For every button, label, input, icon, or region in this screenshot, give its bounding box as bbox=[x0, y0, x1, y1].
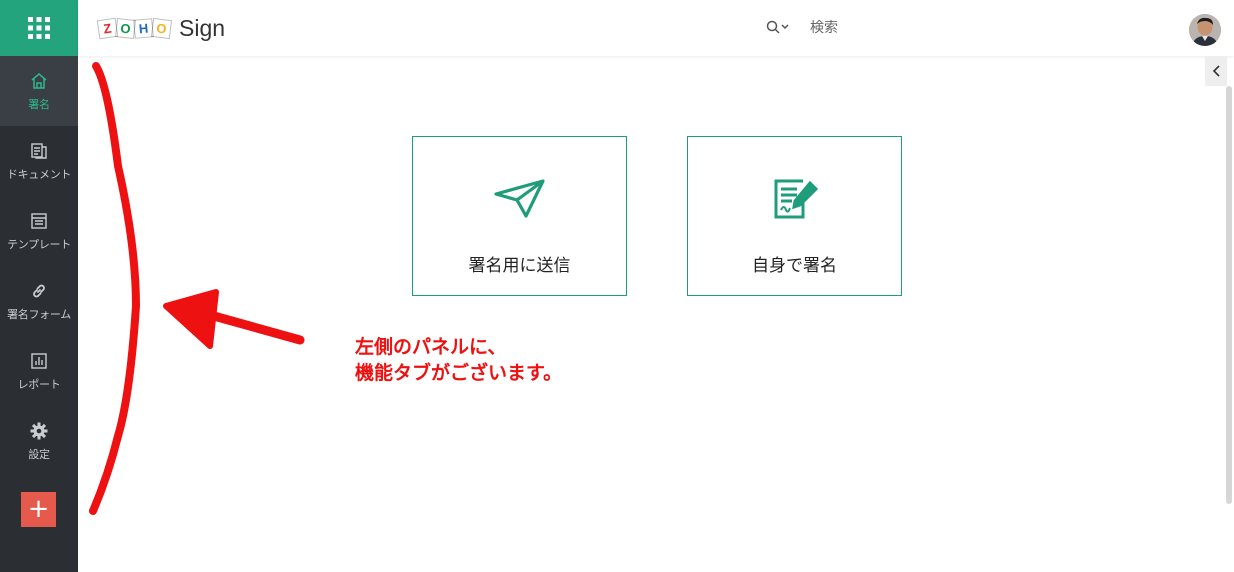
sidebar: 署名 ドキュメント テンプレート 署名フォーム レポート 設定 + bbox=[0, 0, 78, 572]
sidebar-item-label: レポート bbox=[17, 377, 61, 391]
add-button[interactable]: + bbox=[21, 492, 56, 527]
sidebar-item-sign[interactable]: 署名 bbox=[0, 56, 78, 126]
documents-icon bbox=[29, 141, 49, 161]
sidebar-item-label: 署名 bbox=[28, 97, 50, 111]
sidebar-item-label: 署名フォーム bbox=[7, 307, 71, 321]
collapse-panel-button[interactable] bbox=[1205, 56, 1227, 86]
search-bar[interactable]: 検索 bbox=[766, 17, 838, 37]
search-icon[interactable] bbox=[766, 20, 790, 34]
home-icon bbox=[29, 71, 49, 91]
apps-grid-button[interactable] bbox=[0, 0, 78, 56]
sign-yourself-card[interactable]: 自身で署名 bbox=[687, 136, 902, 296]
sidebar-item-label: テンプレート bbox=[7, 237, 71, 251]
sidebar-item-label: 設定 bbox=[28, 447, 50, 461]
send-for-signature-card[interactable]: 署名用に送信 bbox=[412, 136, 627, 296]
report-icon bbox=[29, 351, 49, 371]
annotation-line-2: 機能タブがございます。 bbox=[355, 362, 563, 384]
header: Z O H O Sign 検索 bbox=[78, 0, 1234, 56]
paper-plane-icon bbox=[493, 177, 547, 221]
annotation-line-1: 左側のパネルに、 bbox=[355, 336, 507, 358]
link-icon bbox=[29, 281, 49, 301]
sidebar-item-documents[interactable]: ドキュメント bbox=[0, 126, 78, 196]
card-label: 署名用に送信 bbox=[468, 256, 571, 276]
sidebar-item-sign-forms[interactable]: 署名フォーム bbox=[0, 266, 78, 336]
gear-icon bbox=[29, 421, 49, 441]
template-icon bbox=[29, 211, 49, 231]
user-avatar[interactable] bbox=[1189, 14, 1221, 46]
annotation-text: 左側のパネルに、 機能タブがございます。 bbox=[355, 334, 562, 386]
sidebar-item-templates[interactable]: テンプレート bbox=[0, 196, 78, 266]
annotation-drawing bbox=[89, 62, 305, 515]
zoho-logo: Z O H O bbox=[96, 17, 173, 40]
grid-icon bbox=[28, 17, 50, 39]
sidebar-item-reports[interactable]: レポート bbox=[0, 336, 78, 406]
chevron-left-icon bbox=[1212, 65, 1220, 77]
sign-document-icon bbox=[768, 177, 822, 221]
search-input[interactable]: 検索 bbox=[810, 17, 838, 37]
card-label: 自身で署名 bbox=[752, 256, 837, 276]
app-logo[interactable]: Z O H O Sign bbox=[96, 15, 226, 42]
app-name: Sign bbox=[179, 15, 226, 41]
scrollbar[interactable] bbox=[1226, 86, 1232, 504]
sidebar-item-label: ドキュメント bbox=[6, 167, 72, 181]
sidebar-item-settings[interactable]: 設定 bbox=[0, 406, 78, 476]
